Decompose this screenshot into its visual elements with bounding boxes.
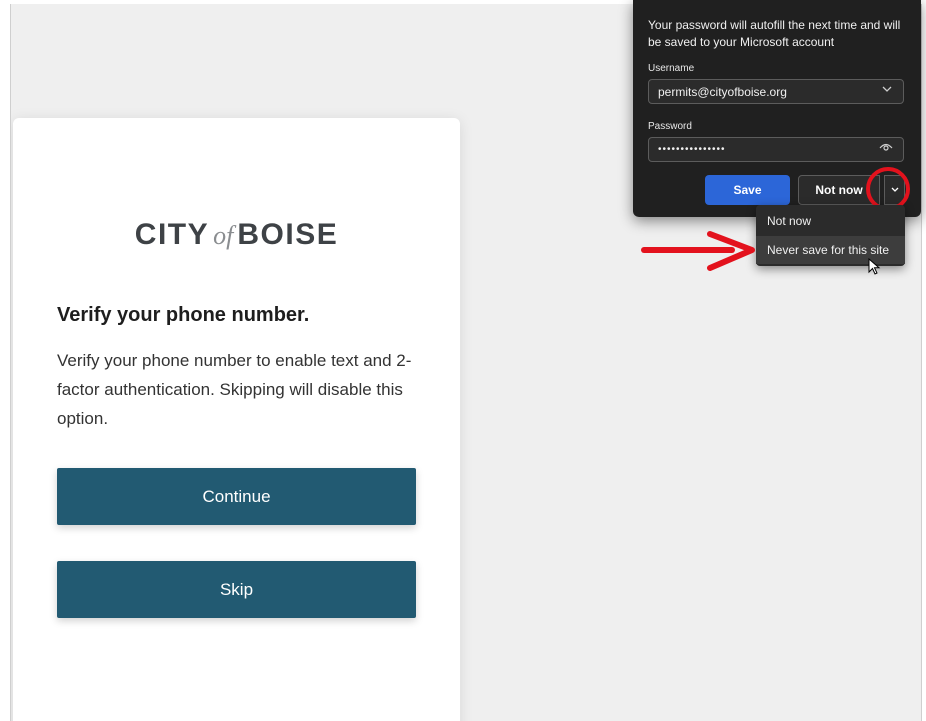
eye-icon[interactable] xyxy=(879,141,893,156)
continue-button[interactable]: Continue xyxy=(57,468,416,525)
verify-phone-card: CITY of BOISE Verify your phone number. Ve… xyxy=(13,118,460,721)
username-field[interactable]: permits@cityofboise.org xyxy=(648,79,904,104)
page-description: Verify your phone number to enable text … xyxy=(57,351,412,428)
username-label: Username xyxy=(648,63,695,74)
chevron-down-icon[interactable] xyxy=(881,83,893,98)
red-arrow-annotation xyxy=(641,231,755,271)
mouse-cursor-icon xyxy=(868,258,881,275)
save-options-menu: Not now Never save for this site xyxy=(756,205,905,266)
menu-item-never-save[interactable]: Never save for this site xyxy=(756,236,905,264)
city-of-boise-logo: CITY of BOISE xyxy=(13,218,460,252)
page-title: Verify your phone number. xyxy=(57,304,310,326)
password-field[interactable]: ••••••••••••••• xyxy=(648,137,904,162)
password-label: Password xyxy=(648,121,692,132)
logo-word-boise: BOISE xyxy=(237,218,339,251)
popup-message: Your password will autofill the next tim… xyxy=(648,18,901,49)
logo-word-city: CITY xyxy=(134,218,210,251)
skip-button[interactable]: Skip xyxy=(57,561,416,618)
password-value: ••••••••••••••• xyxy=(658,144,726,155)
save-password-button[interactable]: Save xyxy=(705,175,790,205)
menu-item-not-now[interactable]: Not now xyxy=(756,207,905,235)
username-value: permits@cityofboise.org xyxy=(658,84,787,99)
logo-word-of: of xyxy=(213,221,234,250)
